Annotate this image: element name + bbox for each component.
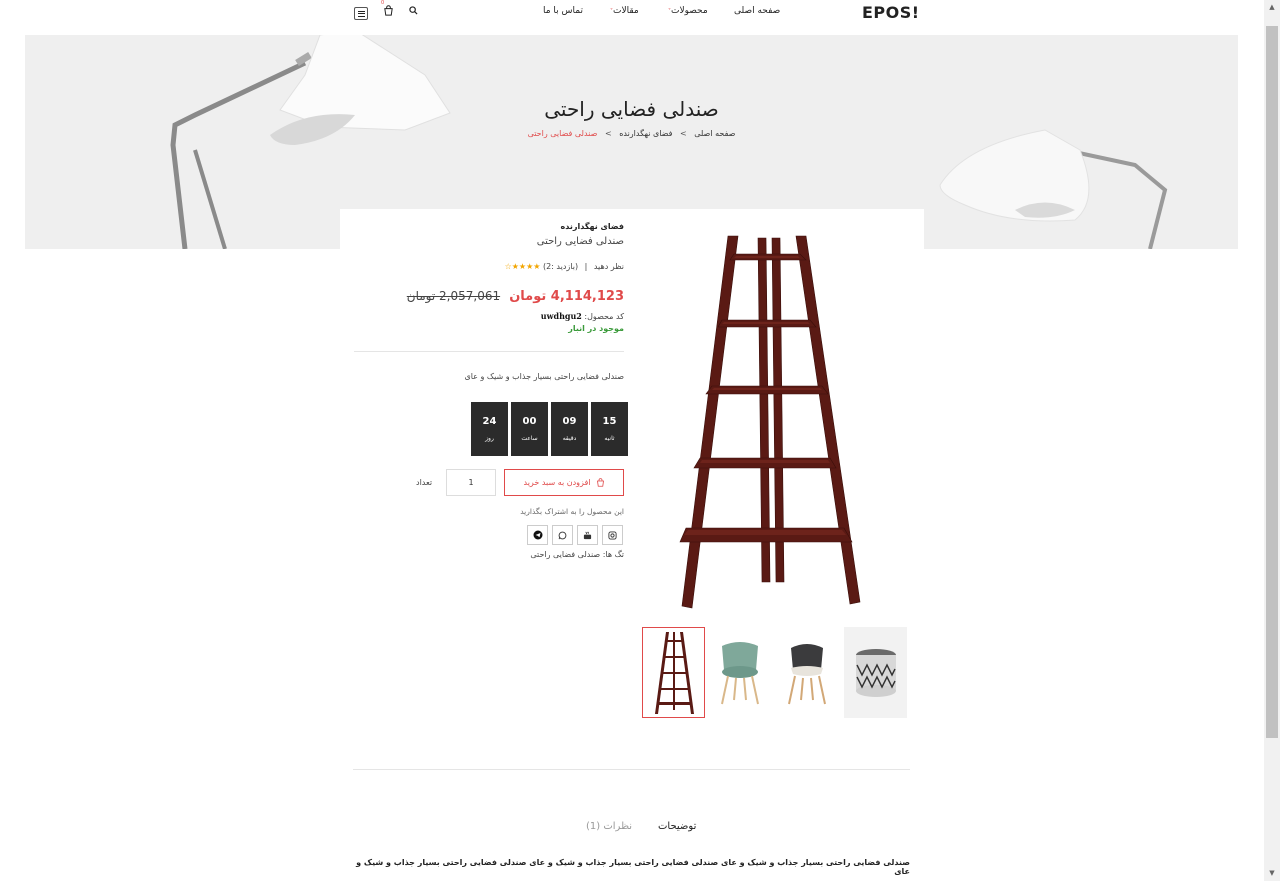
nav-contact-label: تماس با ما bbox=[543, 6, 583, 16]
product-category[interactable]: فضای نهگدارنده bbox=[400, 222, 625, 231]
rating-divider: | bbox=[584, 262, 588, 271]
countdown-label: روز bbox=[485, 435, 494, 442]
divider bbox=[354, 351, 624, 352]
breadcrumb-separator: > bbox=[679, 129, 687, 138]
sku-value: uwdhgu2 bbox=[540, 311, 582, 321]
countdown-value: 09 bbox=[562, 416, 577, 427]
countdown-label: ساعت bbox=[521, 435, 538, 442]
hamburger-icon-line bbox=[357, 13, 365, 14]
star-rating: ★★★★☆ bbox=[504, 262, 541, 271]
product-name: صندلی فضایی راحتی bbox=[536, 236, 624, 247]
hamburger-icon-line bbox=[357, 15, 365, 17]
countdown-seconds: 15 ثانیه bbox=[591, 402, 628, 456]
thumbnail-green-chair[interactable] bbox=[708, 627, 771, 718]
stock-status: موجود در انبار bbox=[568, 324, 624, 333]
short-description: صندلی فضایی راحتی بسیار جذاب و شیک و عای bbox=[464, 372, 624, 381]
brand-logo[interactable]: EPOS! bbox=[862, 3, 920, 22]
telegram-icon[interactable] bbox=[527, 525, 548, 545]
breadcrumb-home[interactable]: صفحه اصلی bbox=[694, 129, 735, 138]
product-tags: تگ ها: صندلی فضایی راحتی bbox=[530, 550, 624, 559]
countdown-hours: 00 ساعت bbox=[511, 402, 548, 456]
nav-home-label: صفحه اصلی bbox=[734, 6, 781, 16]
breadcrumb-current: صندلی فضایی راحتی bbox=[527, 129, 598, 138]
scrollbar-thumb[interactable] bbox=[1266, 26, 1278, 738]
scroll-up-arrow[interactable]: ▲ bbox=[1264, 0, 1280, 14]
countdown-value: 15 bbox=[602, 416, 617, 427]
nav-products[interactable]: ˅محصولات bbox=[666, 6, 708, 16]
hamburger-icon-line bbox=[357, 10, 365, 12]
grey-chair-thumbnail-image bbox=[787, 643, 826, 704]
youtube-icon[interactable] bbox=[577, 525, 598, 545]
quantity-label: تعداد bbox=[416, 478, 433, 487]
price-row: 4,114,123 تومان 2,057,061 تومان bbox=[400, 285, 624, 304]
nav-home[interactable]: صفحه اصلی bbox=[734, 6, 780, 16]
countdown-label: دقیقه bbox=[562, 435, 577, 442]
sale-price: 4,114,123 تومان bbox=[509, 289, 624, 304]
visits-count: (بازدید :2) bbox=[542, 262, 579, 271]
cart-icon bbox=[596, 478, 604, 487]
countdown-value: 24 bbox=[482, 416, 497, 427]
review-link[interactable]: نظر دهید bbox=[594, 262, 624, 271]
search-icon[interactable] bbox=[406, 3, 420, 17]
menu-toggle-button[interactable] bbox=[354, 7, 368, 20]
tab-description[interactable]: توضیحات bbox=[658, 821, 696, 832]
share-label: این محصول را به اشتراک بگذارید bbox=[520, 507, 624, 516]
tab-reviews[interactable]: نظرات (1) bbox=[586, 821, 632, 832]
cart-icon[interactable]: 0 bbox=[381, 0, 395, 17]
nav-articles-label: مقالات bbox=[613, 6, 639, 16]
cart-count-badge: 0 bbox=[381, 0, 385, 6]
breadcrumb: صفحه اصلی > فضای نهگدارنده > صندلی فضایی… bbox=[25, 129, 1238, 138]
countdown-minutes: 09 دقیقه bbox=[551, 402, 588, 456]
pouf-thumbnail-image bbox=[855, 648, 896, 697]
tabs-divider bbox=[353, 769, 910, 770]
breadcrumb-category[interactable]: فضای نهگدارنده bbox=[619, 129, 672, 138]
countdown-days: 24 روز bbox=[471, 402, 508, 456]
rating-row: نظر دهید | (بازدید :2) ★★★★☆ bbox=[400, 262, 624, 271]
nav-contact[interactable]: تماس با ما bbox=[543, 6, 583, 16]
corner-shelf-thumbnail-image bbox=[654, 631, 694, 714]
add-to-cart-button[interactable]: افزودن به سبد خرید bbox=[504, 469, 624, 496]
green-chair-thumbnail-image bbox=[720, 641, 759, 704]
quantity-input[interactable]: 1 bbox=[446, 469, 496, 496]
instagram-icon[interactable] bbox=[602, 525, 623, 545]
nav-products-label: محصولات bbox=[671, 6, 708, 16]
product-main-image[interactable] bbox=[660, 230, 878, 615]
sku-row: کد محصول: uwdhgu2 bbox=[400, 311, 624, 321]
countdown-label: ثانیه bbox=[604, 435, 615, 442]
nav-articles[interactable]: ˅مقالات bbox=[608, 6, 639, 16]
countdown-value: 00 bbox=[522, 416, 537, 427]
thumbnail-corner-shelf[interactable] bbox=[642, 627, 705, 718]
thumbnail-grey-chair[interactable] bbox=[775, 627, 838, 718]
sku-label: کد محصول: bbox=[584, 312, 624, 321]
page-title: صندلی فضایی راحتی bbox=[544, 97, 719, 121]
original-price: 2,057,061 تومان bbox=[406, 289, 501, 303]
scroll-down-arrow[interactable]: ▼ bbox=[1264, 866, 1280, 880]
countdown-timer: 15 ثانیه 09 دقیقه 00 ساعت 24 روز bbox=[471, 402, 628, 456]
whatsapp-icon[interactable] bbox=[552, 525, 573, 545]
product-description: صندلی فضایی راحتی بسیار جذاب و شیک و عای… bbox=[356, 858, 910, 876]
thumbnail-pouf[interactable] bbox=[844, 627, 907, 718]
breadcrumb-separator: > bbox=[604, 129, 612, 138]
social-share-list bbox=[527, 525, 623, 545]
add-to-cart-label: افزودن به سبد خرید bbox=[523, 478, 591, 487]
